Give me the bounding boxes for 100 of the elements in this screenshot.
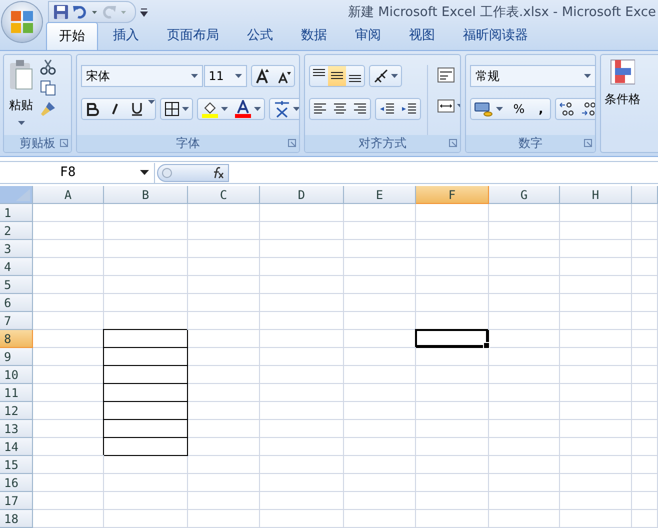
grid-cell[interactable] bbox=[33, 276, 104, 294]
grid-cell[interactable] bbox=[344, 456, 416, 474]
grid-cell[interactable] bbox=[260, 258, 344, 276]
grid-cell[interactable] bbox=[560, 438, 632, 456]
grid-cell[interactable] bbox=[416, 456, 489, 474]
grid-cell[interactable] bbox=[632, 258, 658, 276]
grid-cell[interactable] bbox=[416, 222, 489, 240]
active-cell[interactable] bbox=[416, 330, 489, 348]
office-button[interactable] bbox=[2, 2, 42, 42]
ribbon-tab[interactable]: 开始 bbox=[46, 22, 98, 50]
grid-cell[interactable] bbox=[188, 258, 260, 276]
grid-cell[interactable] bbox=[489, 204, 560, 222]
grid-cell[interactable] bbox=[188, 366, 260, 384]
format-painter-icon[interactable] bbox=[40, 101, 56, 117]
grid-cell[interactable] bbox=[344, 420, 416, 438]
grid-cell[interactable] bbox=[260, 492, 344, 510]
grid-cell[interactable] bbox=[260, 474, 344, 492]
grid-cell[interactable] bbox=[33, 510, 104, 528]
row-header[interactable]: 8 bbox=[0, 330, 33, 348]
dropdown-icon[interactable] bbox=[148, 99, 156, 105]
grid-cell[interactable] bbox=[416, 258, 489, 276]
grid-cell[interactable] bbox=[344, 366, 416, 384]
column-header[interactable]: F bbox=[416, 186, 489, 204]
grid-cell[interactable] bbox=[416, 438, 489, 456]
grid-cell[interactable] bbox=[560, 402, 632, 420]
row-header[interactable]: 1 bbox=[0, 204, 33, 222]
grid-cell[interactable] bbox=[188, 384, 260, 402]
comma-button[interactable]: , bbox=[532, 99, 550, 119]
grid-cell[interactable] bbox=[632, 384, 658, 402]
grid-cell[interactable] bbox=[632, 438, 658, 456]
grid-cell[interactable] bbox=[560, 258, 632, 276]
dropdown-icon[interactable] bbox=[190, 73, 198, 79]
bordered-cell[interactable] bbox=[104, 366, 188, 384]
grid-cell[interactable] bbox=[260, 402, 344, 420]
grid-cell[interactable] bbox=[344, 294, 416, 312]
grid-cell[interactable] bbox=[416, 348, 489, 366]
grid-cell[interactable] bbox=[33, 474, 104, 492]
grid-cell[interactable] bbox=[104, 258, 188, 276]
grid-cell[interactable] bbox=[260, 420, 344, 438]
grid-cell[interactable] bbox=[560, 312, 632, 330]
grid-cell[interactable] bbox=[104, 240, 188, 258]
grid-cell[interactable] bbox=[560, 204, 632, 222]
grid-cell[interactable] bbox=[104, 294, 188, 312]
grid-cell[interactable] bbox=[489, 384, 560, 402]
grid-cell[interactable] bbox=[489, 402, 560, 420]
grid-cell[interactable] bbox=[188, 402, 260, 420]
grid-cell[interactable] bbox=[104, 474, 188, 492]
grid-cell[interactable] bbox=[344, 510, 416, 528]
bordered-cell[interactable] bbox=[104, 420, 188, 438]
ribbon-tab[interactable]: 公式 bbox=[234, 21, 286, 50]
number-format-field[interactable]: 常规 bbox=[470, 65, 595, 87]
grid-cell[interactable] bbox=[188, 312, 260, 330]
grid-cell[interactable] bbox=[416, 420, 489, 438]
dialog-launcher-icon[interactable] bbox=[449, 139, 458, 147]
grid-cell[interactable] bbox=[560, 294, 632, 312]
name-box[interactable]: F8 bbox=[0, 162, 155, 182]
ribbon-tab[interactable]: 页面布局 bbox=[154, 21, 232, 50]
grid-cell[interactable] bbox=[489, 474, 560, 492]
undo-icon[interactable] bbox=[72, 4, 88, 20]
grid-cell[interactable] bbox=[188, 240, 260, 258]
font-size-field[interactable]: 11 bbox=[204, 65, 248, 87]
grid-cell[interactable] bbox=[104, 204, 188, 222]
grid-cell[interactable] bbox=[104, 276, 188, 294]
grid-cell[interactable] bbox=[344, 348, 416, 366]
grid-cell[interactable] bbox=[416, 240, 489, 258]
grid-cell[interactable] bbox=[260, 348, 344, 366]
grid-cell[interactable] bbox=[344, 402, 416, 420]
align-middle-button[interactable] bbox=[328, 66, 346, 86]
grid-cell[interactable] bbox=[260, 294, 344, 312]
font-name-field[interactable]: 宋体 bbox=[81, 65, 203, 87]
dropdown-icon[interactable] bbox=[391, 73, 398, 79]
grid-cell[interactable] bbox=[260, 366, 344, 384]
grid-cell[interactable] bbox=[188, 474, 260, 492]
column-header[interactable]: D bbox=[260, 186, 344, 204]
grid-cell[interactable] bbox=[344, 312, 416, 330]
bordered-cell[interactable] bbox=[104, 330, 188, 348]
grid-cell[interactable] bbox=[33, 294, 104, 312]
grid-cell[interactable] bbox=[33, 240, 104, 258]
grid-cell[interactable] bbox=[632, 474, 658, 492]
dropdown-icon[interactable] bbox=[221, 106, 228, 112]
grid-cell[interactable] bbox=[489, 348, 560, 366]
dialog-launcher-icon[interactable] bbox=[60, 139, 68, 147]
row-header[interactable]: 13 bbox=[0, 420, 33, 438]
grid-cell[interactable] bbox=[104, 492, 188, 510]
grid-cell[interactable] bbox=[260, 438, 344, 456]
grid-cell[interactable] bbox=[104, 222, 188, 240]
ribbon-tab[interactable]: 审阅 bbox=[342, 21, 394, 50]
grid-cell[interactable] bbox=[104, 456, 188, 474]
grid-cell[interactable] bbox=[188, 204, 260, 222]
bordered-cell[interactable] bbox=[104, 402, 188, 420]
row-header[interactable]: 16 bbox=[0, 474, 33, 492]
row-header[interactable]: 12 bbox=[0, 402, 33, 420]
grid-cell[interactable] bbox=[188, 492, 260, 510]
row-header[interactable]: 6 bbox=[0, 294, 33, 312]
grid-cell[interactable] bbox=[560, 474, 632, 492]
grid-cell[interactable] bbox=[632, 366, 658, 384]
grid-cell[interactable] bbox=[344, 492, 416, 510]
bordered-cell[interactable] bbox=[104, 438, 188, 456]
dialog-launcher-icon[interactable] bbox=[288, 139, 296, 147]
grid-cell[interactable] bbox=[632, 204, 658, 222]
